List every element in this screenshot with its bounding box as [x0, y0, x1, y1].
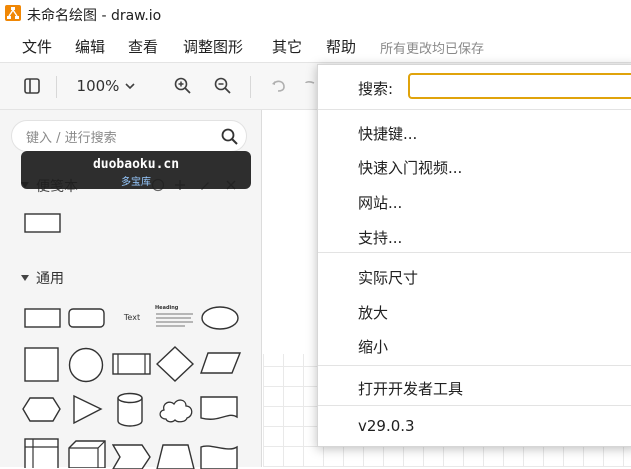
diamond-shape[interactable] [156, 346, 196, 384]
undo-button[interactable] [268, 75, 290, 97]
zoom-select[interactable]: 100% [74, 75, 140, 97]
menu-item-shortcuts[interactable]: 快捷键... [358, 123, 417, 144]
circle-shape[interactable] [68, 347, 106, 385]
menu-item-zoom-in[interactable]: 放大 [358, 302, 388, 323]
menu-separator [318, 109, 631, 110]
version-label: v29.0.3 [358, 417, 415, 435]
triangle-down-icon [21, 275, 29, 281]
general-section-label: 通用 [36, 271, 64, 287]
help-search-input[interactable] [408, 73, 631, 99]
watermark-brand: 多宝库 [121, 177, 151, 188]
drawio-logo-icon [5, 5, 21, 21]
menu-edit[interactable]: 编辑 [75, 36, 105, 57]
cube-shape[interactable] [68, 440, 108, 468]
menu-separator [318, 405, 631, 406]
table-shape[interactable] [24, 438, 60, 468]
menu-item-quickstart-video[interactable]: 快速入门视频... [358, 157, 462, 178]
scratchpad-rectangle-shape[interactable] [24, 213, 62, 235]
shape-search-box [11, 120, 247, 152]
toggle-sidebar-button[interactable] [20, 75, 44, 97]
search-icon[interactable] [220, 127, 240, 147]
shapes-sidebar: 便笺本 duobaoku.cn 多宝库 通用 Text [0, 110, 262, 469]
window-title: 未命名绘图 - draw.io [27, 8, 162, 24]
textbox-lines [156, 313, 193, 327]
zoom-out-button[interactable] [212, 75, 234, 97]
menu-view[interactable]: 查看 [128, 36, 158, 57]
textbox-shape[interactable]: Heading [155, 305, 197, 331]
zoom-value: 100% [76, 77, 120, 95]
toolbar-divider [250, 76, 251, 98]
hexagon-shape[interactable] [22, 396, 62, 424]
document-shape[interactable] [200, 396, 240, 424]
step-shape[interactable] [112, 443, 152, 469]
watermark-domain: duobaoku.cn [92, 157, 180, 172]
chevron-down-icon [125, 83, 136, 90]
menu-separator [318, 365, 631, 366]
shape-search-input[interactable] [24, 127, 218, 149]
cloud-shape[interactable] [156, 395, 196, 425]
menu-file[interactable]: 文件 [22, 36, 52, 57]
redo-button[interactable] [300, 75, 316, 97]
zoom-in-icon [174, 77, 191, 94]
parallelogram-shape[interactable] [200, 352, 242, 376]
general-section-header[interactable]: 通用 [20, 268, 64, 288]
menu-item-developer-tools[interactable]: 打开开发者工具 [358, 378, 463, 399]
menu-item-actual-size[interactable]: 实际尺寸 [358, 267, 418, 288]
title-bar: 未命名绘图 - draw.io [0, 0, 631, 28]
zoom-in-button[interactable] [172, 75, 194, 97]
save-status: 所有更改均已保存 [380, 42, 485, 57]
tape-shape[interactable] [200, 443, 240, 469]
undo-icon [272, 80, 285, 92]
process-shape[interactable] [112, 353, 152, 377]
sidebar-panel-icon [24, 78, 40, 94]
help-dropdown-menu: 搜索: 快捷键... 快速入门视频... 网站... 支持... 实际尺寸 放大… [317, 64, 631, 447]
redo-icon [305, 81, 315, 84]
square-shape[interactable] [24, 347, 60, 383]
text-shape[interactable]: Text [116, 310, 148, 326]
toolbar-divider [56, 76, 57, 98]
triangle-shape[interactable] [72, 394, 104, 426]
menu-bar: 文件 编辑 查看 调整图形 其它 帮助 所有更改均已保存 [0, 28, 631, 62]
menu-extras[interactable]: 其它 [272, 36, 302, 57]
rectangle-shape[interactable] [24, 308, 62, 330]
cylinder-shape[interactable] [116, 392, 146, 428]
ellipse-shape[interactable] [200, 305, 242, 333]
zoom-out-icon [214, 77, 231, 94]
menu-help[interactable]: 帮助 [326, 36, 356, 57]
menu-item-zoom-out[interactable]: 缩小 [358, 336, 388, 357]
menu-item-support[interactable]: 支持... [358, 227, 402, 248]
watermark-badge: duobaoku.cn 多宝库 [21, 151, 251, 189]
menu-item-website[interactable]: 网站... [358, 192, 402, 213]
help-search-label: 搜索: [358, 80, 394, 98]
menu-arrange[interactable]: 调整图形 [183, 36, 243, 57]
menu-separator [318, 252, 631, 253]
trapezoid-shape[interactable] [156, 443, 196, 469]
rounded-rectangle-shape[interactable] [68, 308, 106, 330]
